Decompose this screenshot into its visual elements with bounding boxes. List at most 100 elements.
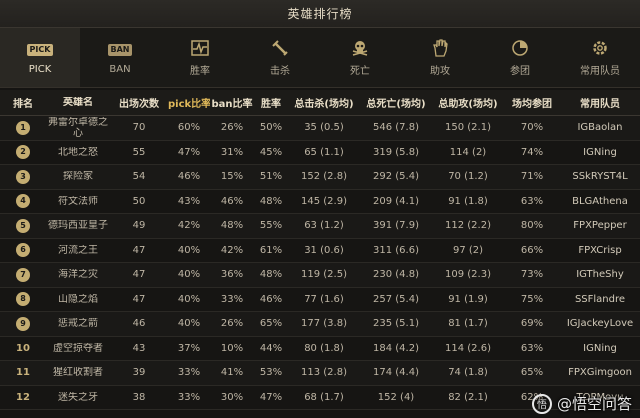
cell-hero-name: 山隐之焰 bbox=[58, 293, 98, 305]
header-assists[interactable]: 总助攻(场均) bbox=[432, 95, 504, 110]
cell-ban-rate: 26% bbox=[220, 318, 244, 330]
table-row[interactable]: 7 海洋之灾 47 40% 36% 48% 119 (2.5) 230 (4.8) 109 (2… bbox=[0, 263, 640, 288]
tab-deaths[interactable]: 死亡 bbox=[320, 28, 400, 87]
cell-ban-rate: 15% bbox=[220, 171, 244, 183]
table-row[interactable]: 11 猩红收割者 39 33% 41% 53% 113 (2.8) 174 (4.4) 74 (… bbox=[0, 361, 640, 386]
header-hero-name[interactable]: 英雄名 bbox=[46, 97, 110, 108]
header-deaths[interactable]: 总死亡(场均) bbox=[360, 95, 432, 110]
cell-win-rate: 53% bbox=[259, 367, 283, 379]
cell-hero-name: 探险家 bbox=[63, 171, 93, 183]
cell-participation: 74% bbox=[520, 146, 544, 158]
cell-ban-rate: 26% bbox=[220, 122, 244, 134]
cell-participation: 70% bbox=[520, 122, 544, 134]
cell-assists: 74 (1.8) bbox=[448, 367, 488, 379]
tab-participation[interactable]: 参团 bbox=[480, 28, 560, 87]
cell-pick-rate: 40% bbox=[177, 244, 201, 256]
header-teammates[interactable]: 常用队员 bbox=[560, 95, 640, 110]
cell-pick-rate: 40% bbox=[177, 318, 201, 330]
cell-participation: 63% bbox=[520, 342, 544, 354]
cell-win-rate: 46% bbox=[259, 293, 283, 305]
cell-teammate: FPXGimgoon bbox=[568, 367, 632, 379]
rank-badge: 1 bbox=[16, 120, 30, 135]
tab-pick[interactable]: PICK PICK bbox=[0, 28, 80, 87]
cell-pick-rate: 60% bbox=[177, 122, 201, 134]
cell-ban-rate: 41% bbox=[220, 367, 244, 379]
rank-badge: 4 bbox=[16, 194, 30, 209]
sword-icon bbox=[271, 39, 289, 57]
tab-assists[interactable]: 助攻 bbox=[400, 28, 480, 87]
table-row[interactable]: 5 德玛西亚皇子 49 42% 48% 55% 63 (1.2) 391 (7.9) 112 (… bbox=[0, 214, 640, 239]
cell-deaths: 184 (4.2) bbox=[373, 342, 419, 354]
pulse-chart-icon bbox=[191, 39, 209, 57]
header-ban-rate[interactable]: ban比率 bbox=[210, 95, 254, 110]
cell-participation: 80% bbox=[520, 220, 544, 232]
cell-participation: 75% bbox=[520, 293, 544, 305]
rank-badge: 9 bbox=[16, 316, 30, 331]
cell-assists: 150 (2.1) bbox=[445, 122, 491, 134]
cell-assists: 91 (1.8) bbox=[448, 195, 488, 207]
header-participation[interactable]: 场均参团 bbox=[504, 95, 560, 110]
cell-teammate: IGBaolan bbox=[577, 122, 623, 134]
cell-kills: 68 (1.7) bbox=[304, 391, 344, 403]
cell-participation: 65% bbox=[520, 367, 544, 379]
cell-teammate: BLGAthena bbox=[572, 195, 628, 207]
cell-rank: 11 bbox=[0, 367, 46, 378]
tab-label: 击杀 bbox=[270, 65, 290, 77]
cell-teammate: IGNing bbox=[583, 146, 617, 158]
cell-pick-count: 47 bbox=[132, 244, 146, 256]
cell-assists: 81 (1.7) bbox=[448, 318, 488, 330]
cell-pick-rate: 47% bbox=[177, 146, 201, 158]
cell-assists: 91 (1.9) bbox=[448, 293, 488, 305]
cell-hero-name: 猩红收割者 bbox=[53, 367, 103, 379]
tab-win-rate[interactable]: 胜率 bbox=[160, 28, 240, 87]
tab-label: 死亡 bbox=[350, 65, 370, 77]
table-row[interactable]: 9 惩戒之箭 46 40% 26% 65% 177 (3.8) 235 (5.1) 81 (1.… bbox=[0, 312, 640, 337]
tab-kills[interactable]: 击杀 bbox=[240, 28, 320, 87]
table-row[interactable]: 2 北地之怒 55 47% 31% 45% 65 (1.1) 319 (5.8) 114 (2)… bbox=[0, 140, 640, 165]
cell-participation: 63% bbox=[520, 195, 544, 207]
cell-pick-rate: 40% bbox=[177, 269, 201, 281]
cell-win-rate: 48% bbox=[259, 195, 283, 207]
cell-kills: 63 (1.2) bbox=[304, 220, 344, 232]
header-pick-count[interactable]: 出场次数 bbox=[110, 95, 168, 110]
cell-deaths: 311 (6.6) bbox=[373, 244, 419, 256]
table-row[interactable]: 6 河流之王 47 40% 42% 61% 31 (0.6) 311 (6.6) 97 (2) 6… bbox=[0, 238, 640, 263]
cell-win-rate: 51% bbox=[259, 171, 283, 183]
header-pick-rate[interactable]: pick比率 bbox=[168, 95, 210, 110]
rank-badge: 3 bbox=[16, 169, 30, 184]
tab-ban[interactable]: BAN BAN bbox=[80, 28, 160, 87]
cell-teammate: FPXCrisp bbox=[578, 244, 622, 256]
header-kills[interactable]: 总击杀(场均) bbox=[288, 95, 360, 110]
table-row[interactable]: 3 探险家 54 46% 15% 51% 152 (2.8) 292 (5.4) 70 (1.2… bbox=[0, 165, 640, 190]
cell-kills: 80 (1.8) bbox=[304, 342, 344, 354]
header-rank[interactable]: 排名 bbox=[0, 95, 46, 110]
table-header-row: 排名 英雄名 出场次数 pick比率 ban比率 胜率 总击杀(场均) 总死亡(… bbox=[0, 90, 640, 116]
cell-hero-name: 迷失之牙 bbox=[58, 391, 98, 403]
cell-teammate: IGTheShy bbox=[576, 269, 624, 281]
header-win-rate[interactable]: 胜率 bbox=[254, 95, 288, 110]
table-row[interactable]: 10 虚空掠夺者 43 37% 10% 44% 80 (1.8) 184 (4.2) 114 (… bbox=[0, 336, 640, 361]
cell-pick-count: 70 bbox=[132, 122, 146, 134]
cell-pick-count: 43 bbox=[132, 342, 146, 354]
table-row[interactable]: 8 山隐之焰 47 40% 33% 46% 77 (1.6) 257 (5.4) 91 (1.9… bbox=[0, 287, 640, 312]
table-row[interactable]: 1 弗雷尔卓德之心 70 60% 26% 50% 35 (0.5) 546 (7.8) 150 … bbox=[0, 116, 640, 141]
cell-teammate: IGJackeyLove bbox=[566, 318, 634, 330]
watermark-text: @悟空问答 bbox=[556, 395, 632, 413]
cell-teammate: SSFlandre bbox=[574, 293, 626, 305]
cell-win-rate: 48% bbox=[259, 269, 283, 281]
tab-label: 胜率 bbox=[190, 65, 210, 77]
table-row[interactable]: 4 符文法师 50 43% 46% 48% 145 (2.9) 209 (4.1) 91 (1.… bbox=[0, 189, 640, 214]
cell-deaths: 292 (5.4) bbox=[373, 171, 419, 183]
tab-teammates[interactable]: 常用队员 bbox=[560, 28, 640, 87]
cell-assists: 114 (2.6) bbox=[445, 342, 491, 354]
cell-pick-count: 38 bbox=[132, 391, 146, 403]
cell-rank: 10 bbox=[0, 343, 46, 354]
cell-pick-count: 54 bbox=[132, 171, 146, 183]
cell-win-rate: 50% bbox=[259, 122, 283, 134]
skull-icon bbox=[351, 39, 369, 57]
cell-win-rate: 61% bbox=[259, 244, 283, 256]
tab-label: BAN bbox=[109, 63, 131, 75]
cell-hero-name: 海洋之灾 bbox=[58, 269, 98, 281]
cell-hero-name: 虚空掠夺者 bbox=[53, 342, 103, 354]
cell-deaths: 152 (4) bbox=[377, 391, 415, 403]
